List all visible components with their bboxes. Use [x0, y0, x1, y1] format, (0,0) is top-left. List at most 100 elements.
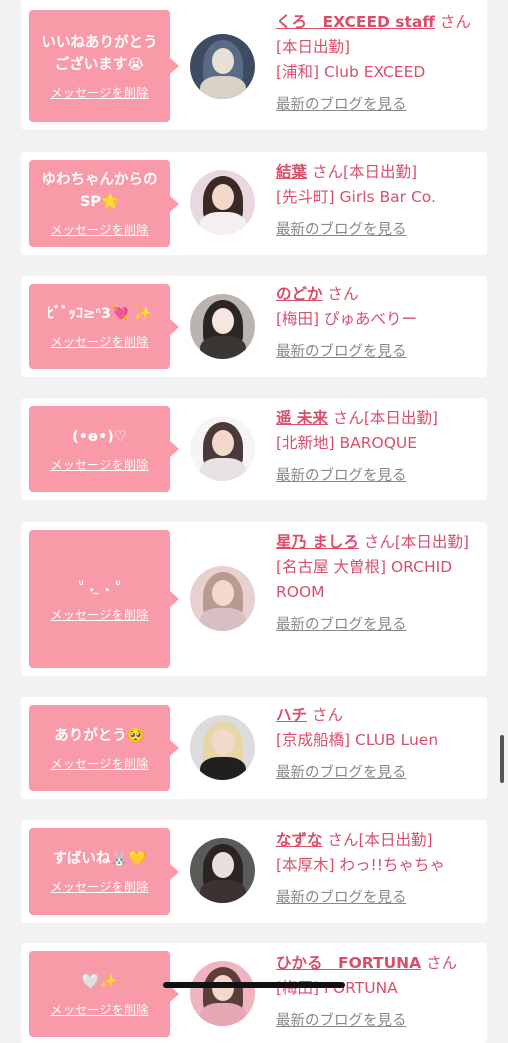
delete-message-link[interactable]: メッセージを削除 — [50, 221, 148, 238]
message-text: すばいね🐰💛 — [52, 851, 147, 867]
message-card: 🤍✨ メッセージを削除 ひかる FORTUNA さん [梅田] FORTUNA … — [21, 943, 487, 1043]
avatar-shirt — [200, 458, 246, 481]
message-card: ᐡ . ̫ . ᐡ メッセージを削除 星乃 ましろ さん[本日出勤] [名古屋 … — [21, 522, 487, 676]
delete-message-link[interactable]: メッセージを削除 — [50, 84, 148, 101]
avatar[interactable] — [190, 715, 255, 780]
avatar[interactable] — [190, 170, 255, 235]
latest-blog-link[interactable]: 最新のブログを見る — [276, 218, 407, 243]
avatar-shirt — [200, 757, 246, 780]
message-text: ﾋﾞﾞｯｺ≥ᐢ3💘 ✨ — [46, 306, 153, 322]
cast-info: ひかる FORTUNA さん [梅田] FORTUNA 最新のブログを見る — [276, 951, 476, 1034]
avatar[interactable] — [190, 838, 255, 903]
avatar-shirt — [200, 880, 246, 903]
message-text: いいねありがとう ございます😭 — [41, 34, 158, 73]
message-bubble: ゆわちゃんからの SP🌟 メッセージを削除 — [29, 160, 179, 247]
message-card: ありがとう🥺 メッセージを削除 ハチ さん [京成船橋] CLUB Luen 最… — [21, 697, 487, 799]
shop-name: [先斗町] Girls Bar Co. — [276, 188, 436, 206]
latest-blog-link[interactable]: 最新のブログを見る — [276, 886, 407, 911]
work-status: [本日出勤] — [394, 533, 469, 551]
delete-message-link[interactable]: メッセージを削除 — [50, 333, 148, 350]
honorific: さん — [439, 13, 471, 31]
cast-name-link[interactable]: のどか — [276, 285, 323, 303]
latest-blog-link[interactable]: 最新のブログを見る — [276, 93, 407, 118]
avatar-face — [212, 729, 234, 755]
cast-name-link[interactable]: 遥 未来 — [276, 409, 328, 427]
latest-blog-link[interactable]: 最新のブログを見る — [276, 464, 407, 489]
latest-blog-link[interactable]: 最新のブログを見る — [276, 1009, 407, 1034]
avatar[interactable] — [190, 416, 255, 481]
message-card: (•ө•)♡ メッセージを削除 遥 未来 さん[本日出勤] [北新地] BARO… — [21, 398, 487, 500]
latest-blog-link[interactable]: 最新のブログを見る — [276, 761, 407, 786]
shop-name: [名古屋 大曽根] ORCHID ROOM — [276, 558, 453, 601]
cast-name-link[interactable]: ひかる FORTUNA — [276, 954, 421, 972]
delete-message-link[interactable]: メッセージを削除 — [50, 878, 148, 895]
cast-info: なずな さん[本日出勤] [本厚木] わっ!!ちゃちゃ 最新のブログを見る — [276, 828, 476, 911]
honorific: さん — [311, 706, 343, 724]
message-text: ᐡ . ̫ . ᐡ — [78, 578, 121, 595]
honorific: さん — [311, 163, 343, 181]
work-status: [本日出勤] — [342, 163, 418, 181]
cast-name-link[interactable]: くろ EXCEED staff — [276, 13, 435, 31]
cast-name-link[interactable]: 結葉 — [276, 163, 307, 181]
cast-info: 結葉 さん[本日出勤] [先斗町] Girls Bar Co. 最新のブログを見… — [276, 160, 476, 243]
cast-info: のどか さん [梅田] ぴゅあべりー 最新のブログを見る — [276, 282, 476, 365]
avatar-face — [212, 852, 234, 878]
message-bubble: すばいね🐰💛 メッセージを削除 — [29, 828, 179, 915]
cast-name-link[interactable]: 星乃 ましろ — [276, 533, 359, 551]
avatar[interactable] — [190, 961, 255, 1026]
cast-info: 星乃 ましろ さん[本日出勤] [名古屋 大曽根] ORCHID ROOM 最新… — [276, 530, 476, 638]
avatar-face — [212, 580, 234, 606]
message-bubble: ﾋﾞﾞｯｺ≥ᐢ3💘 ✨ メッセージを削除 — [29, 284, 179, 369]
avatar-shirt — [200, 212, 246, 235]
avatar-shirt — [200, 608, 246, 631]
avatar-shirt — [200, 336, 246, 359]
honorific: さん — [426, 954, 458, 972]
cast-name-link[interactable]: なずな — [276, 831, 323, 849]
avatar-shirt — [200, 76, 246, 99]
honorific: さん — [327, 285, 359, 303]
message-text: (•ө•)♡ — [72, 428, 127, 445]
avatar-shirt — [200, 1003, 246, 1026]
message-bubble: ᐡ . ̫ . ᐡ メッセージを削除 — [29, 530, 179, 668]
work-status: [本日出勤] — [276, 38, 351, 56]
avatar-face — [212, 430, 234, 456]
honorific: さん — [332, 409, 364, 427]
home-indicator[interactable] — [163, 982, 345, 988]
message-card: いいねありがとう ございます😭 メッセージを削除 くろ EXCEED staff… — [21, 0, 487, 130]
delete-message-link[interactable]: メッセージを削除 — [50, 755, 148, 772]
cast-info: ハチ さん [京成船橋] CLUB Luen 最新のブログを見る — [276, 703, 476, 786]
avatar-face — [212, 308, 234, 334]
scrollbar[interactable] — [500, 735, 504, 783]
shop-name: [京成船橋] CLUB Luen — [276, 731, 439, 749]
latest-blog-link[interactable]: 最新のブログを見る — [276, 613, 407, 638]
message-card: ゆわちゃんからの SP🌟 メッセージを削除 結葉 さん[本日出勤] [先斗町] … — [21, 152, 487, 255]
message-bubble: (•ө•)♡ メッセージを削除 — [29, 406, 179, 492]
shop-name: [北新地] BAROQUE — [276, 434, 418, 452]
work-status: [本日出勤] — [358, 831, 433, 849]
delete-message-link[interactable]: メッセージを削除 — [50, 606, 148, 623]
message-card: ﾋﾞﾞｯｺ≥ᐢ3💘 ✨ メッセージを削除 のどか さん [梅田] ぴゅあべりー … — [21, 276, 487, 377]
avatar-face — [212, 975, 234, 1001]
message-bubble: 🤍✨ メッセージを削除 — [29, 951, 179, 1037]
message-bubble: ありがとう🥺 メッセージを削除 — [29, 705, 179, 791]
delete-message-link[interactable]: メッセージを削除 — [50, 456, 148, 473]
cast-info: くろ EXCEED staff さん [本日出勤] [浦和] Club EXCEE… — [276, 10, 476, 118]
delete-message-link[interactable]: メッセージを削除 — [50, 1001, 148, 1018]
message-card: すばいね🐰💛 メッセージを削除 なずな さん[本日出勤] [本厚木] わっ!!ち… — [21, 820, 487, 923]
shop-name: [浦和] Club EXCEED — [276, 63, 426, 81]
avatar-face — [212, 184, 234, 210]
message-text: ありがとう🥺 — [54, 727, 145, 744]
message-text: 🤍✨ — [81, 973, 118, 990]
latest-blog-link[interactable]: 最新のブログを見る — [276, 340, 407, 365]
shop-name: [梅田] ぴゅあべりー — [276, 310, 418, 328]
avatar[interactable] — [190, 294, 255, 359]
message-text: ゆわちゃんからの SP🌟 — [41, 172, 158, 210]
cast-info: 遥 未来 さん[本日出勤] [北新地] BAROQUE 最新のブログを見る — [276, 406, 476, 489]
shop-name: [本厚木] わっ!!ちゃちゃ — [276, 856, 445, 874]
avatar-face — [212, 48, 234, 74]
honorific: さん — [363, 533, 395, 551]
avatar[interactable] — [190, 34, 255, 99]
cast-name-link[interactable]: ハチ — [276, 706, 307, 724]
avatar[interactable] — [190, 566, 255, 631]
message-bubble: いいねありがとう ございます😭 メッセージを削除 — [29, 10, 179, 122]
